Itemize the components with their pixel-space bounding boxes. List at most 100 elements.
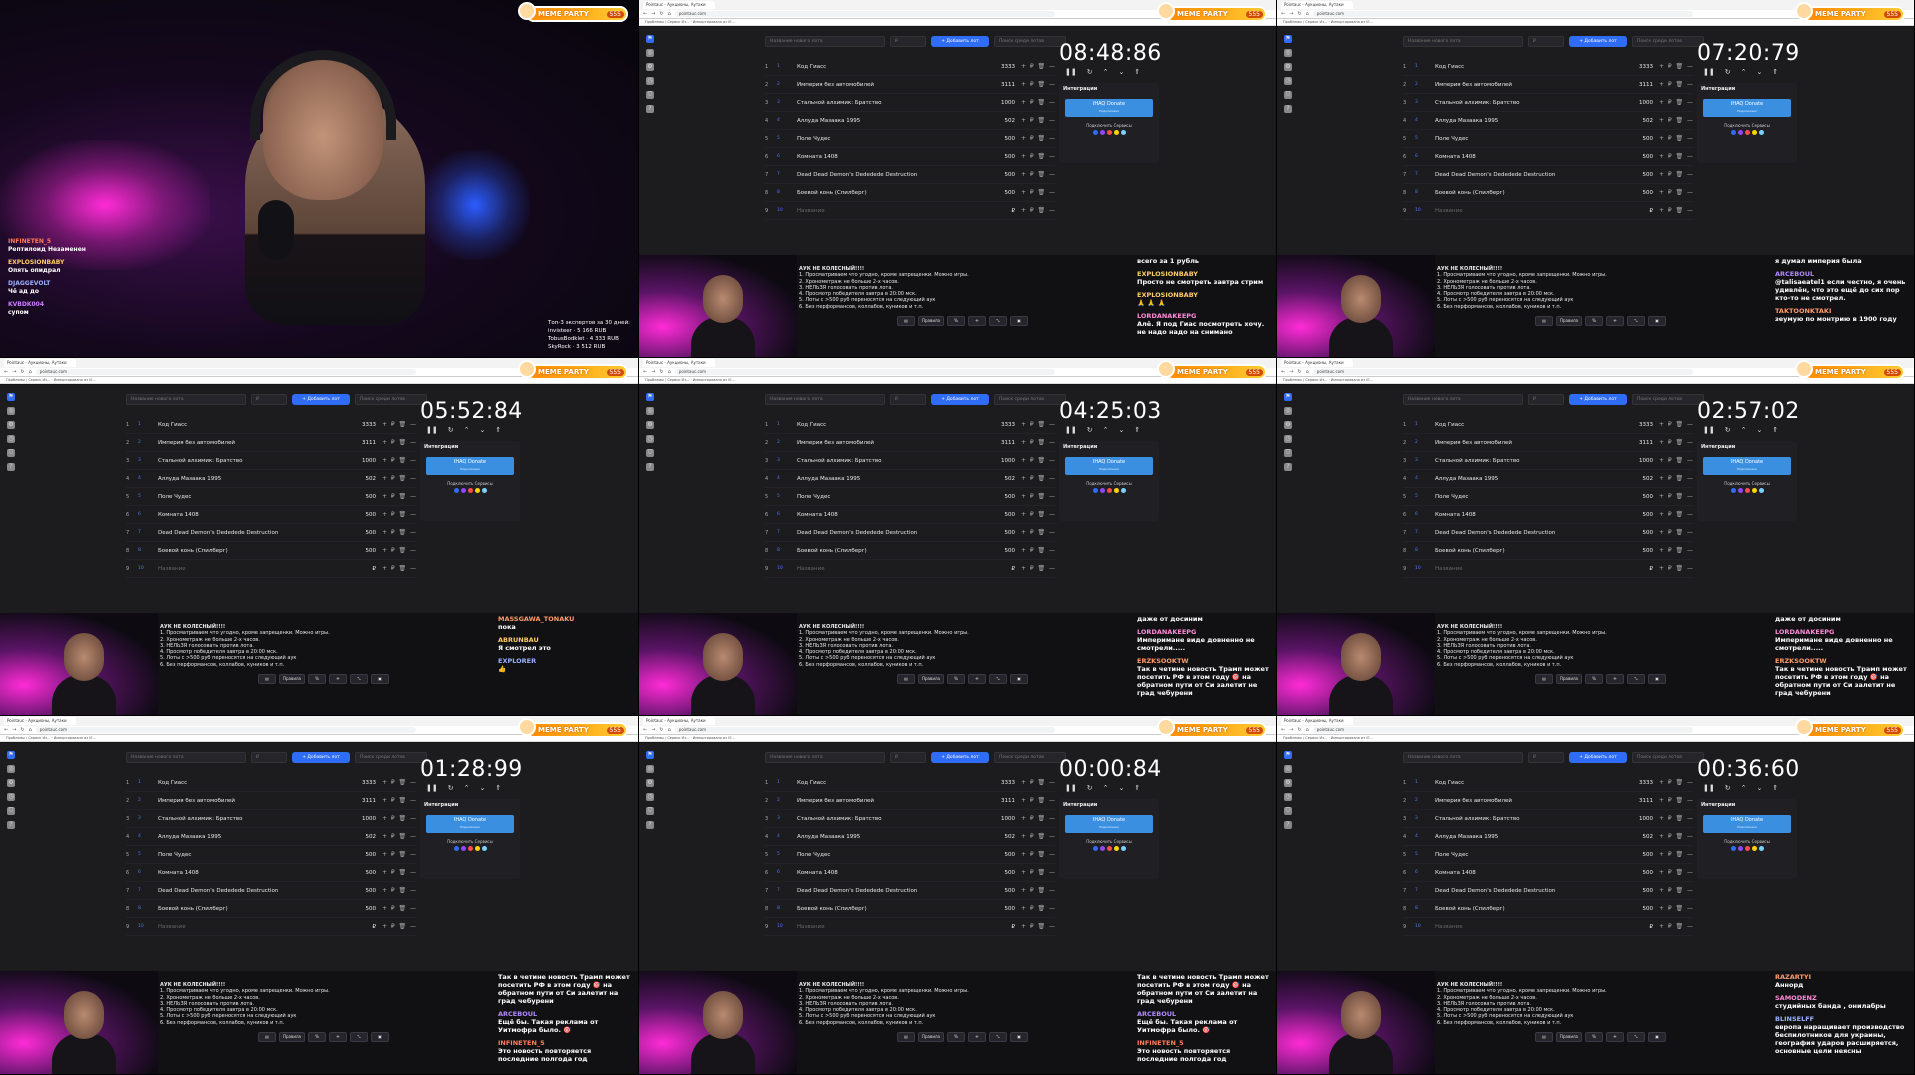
settings-icon[interactable]: ⚙ [646, 779, 654, 787]
more-icon[interactable]: — [1687, 421, 1693, 428]
service-icon[interactable] [1120, 130, 1126, 135]
lot-name[interactable]: Dead Dead Demon's Dededede Destruction [1435, 530, 1625, 536]
trash-icon[interactable]: 🗑 [1038, 171, 1046, 178]
lot-row[interactable]: 5 5 Поле Чудес 500 + ₽ 🗑 — [1403, 130, 1693, 148]
service-icon[interactable] [460, 488, 466, 493]
more-icon[interactable]: — [1049, 63, 1055, 70]
trash-icon[interactable]: 🗑 [1676, 887, 1684, 894]
toolbar-button[interactable]: ▣ [370, 1032, 389, 1042]
address-bar[interactable]: pointauc.com [35, 727, 416, 733]
trash-icon[interactable]: 🗑 [1038, 99, 1046, 106]
lot-sum[interactable]: 3333 [987, 780, 1021, 786]
lot-name[interactable]: Поле Чудес [1435, 136, 1625, 142]
lot-row[interactable]: 1 1 Код Гиасс 3333 + ₽ 🗑 — [1403, 58, 1693, 76]
lot-name[interactable]: Поле Чудес [158, 852, 348, 858]
toolbar-button[interactable]: % [946, 316, 965, 326]
forward-icon[interactable]: → [1289, 369, 1293, 375]
lot-name[interactable]: Аллуда Мазаака 1995 [158, 834, 348, 840]
currency-icon[interactable]: ₽ [1030, 511, 1034, 518]
trash-icon[interactable]: 🗑 [399, 833, 407, 840]
currency-icon[interactable]: ₽ [391, 779, 395, 786]
service-icon[interactable] [453, 488, 459, 493]
trash-icon[interactable]: 🗑 [1038, 439, 1046, 446]
new-lot-name-input[interactable]: Название нового лота [765, 35, 885, 47]
currency-icon[interactable]: ₽ [391, 833, 395, 840]
more-icon[interactable]: — [410, 475, 416, 482]
plus-icon[interactable]: + [1021, 493, 1026, 500]
auction-icon[interactable]: ⚑ [646, 35, 654, 43]
more-icon[interactable]: — [1687, 905, 1693, 912]
toolbar-button[interactable]: % [1584, 674, 1603, 684]
shield-icon[interactable]: ⛉ [646, 807, 654, 815]
trash-icon[interactable]: 🗑 [1038, 905, 1046, 912]
more-icon[interactable]: — [1049, 869, 1055, 876]
trash-icon[interactable]: 🗑 [1676, 797, 1684, 804]
lot-sum[interactable]: ₽ [1625, 924, 1659, 930]
toolbar-button[interactable]: ▤ [897, 316, 915, 326]
lot-row[interactable]: 3 3 Стальной алхимик: Братство 1000 + ₽ 🗑 — [126, 452, 416, 470]
trash-icon[interactable]: 🗑 [1676, 869, 1684, 876]
double-up-icon[interactable]: ⇑ [1772, 784, 1778, 792]
service-icon[interactable] [1099, 846, 1105, 851]
plus-icon[interactable]: + [382, 815, 387, 822]
lot-sum[interactable]: 1000 [987, 100, 1021, 106]
pause-icon[interactable]: ❚❚ [426, 426, 438, 434]
service-icon[interactable] [1113, 488, 1119, 493]
lot-row[interactable]: 6 6 Комната 1408 500 + ₽ 🗑 — [1403, 506, 1693, 524]
more-icon[interactable]: — [1049, 171, 1055, 178]
currency-icon[interactable]: ₽ [391, 511, 395, 518]
donate-integration-button[interactable]: IHAQ Donate Подключено [1703, 815, 1791, 833]
forward-icon[interactable]: → [12, 727, 16, 733]
toolbar-button[interactable]: ▣ [370, 674, 389, 684]
service-icon[interactable] [1751, 130, 1757, 135]
currency-icon[interactable]: ₽ [1668, 153, 1672, 160]
currency-icon[interactable]: ₽ [391, 851, 395, 858]
trash-icon[interactable]: 🗑 [1038, 511, 1046, 518]
donate-integration-button[interactable]: IHAQ Donate Подключено [426, 457, 514, 475]
toolbar-button[interactable]: ▣ [1009, 674, 1028, 684]
lot-row[interactable]: 4 4 Аллуда Мазаака 1995 502 + ₽ 🗑 — [765, 470, 1055, 488]
lot-name[interactable]: Империя без автомобилей [797, 440, 987, 446]
back-icon[interactable]: ← [1281, 727, 1285, 733]
reload-icon[interactable]: ↻ [1297, 727, 1301, 733]
more-icon[interactable]: — [1049, 457, 1055, 464]
more-icon[interactable]: — [1687, 439, 1693, 446]
new-lot-sum-input[interactable]: ₽ [890, 393, 926, 405]
currency-icon[interactable]: ₽ [1030, 135, 1034, 142]
currency-icon[interactable]: ₽ [391, 887, 395, 894]
new-lot-name-input[interactable]: Название нового лота [126, 751, 246, 763]
plus-icon[interactable]: + [382, 887, 387, 894]
plus-icon[interactable]: + [1659, 905, 1664, 912]
service-icon[interactable] [1744, 488, 1750, 493]
add-lot-button[interactable]: + Добавить лот [1569, 751, 1627, 763]
plus-icon[interactable]: + [1659, 439, 1664, 446]
lot-sum[interactable]: 500 [987, 154, 1021, 160]
new-lot-sum-input[interactable]: ₽ [1528, 35, 1564, 47]
settings-icon[interactable]: ⚙ [1284, 779, 1292, 787]
currency-icon[interactable]: ₽ [391, 815, 395, 822]
add-lot-button[interactable]: + Добавить лот [931, 393, 989, 405]
lot-sum[interactable]: ₽ [348, 566, 382, 572]
lot-row[interactable]: 8 8 Боевой конь (Спилберг) 500 + ₽ 🗑 — [765, 184, 1055, 202]
time-down-icon[interactable]: ⌄ [1756, 426, 1762, 434]
service-icon[interactable] [467, 846, 473, 851]
search-lots-input[interactable]: Поиск среди лотов [1632, 751, 1704, 763]
lot-sum[interactable]: 502 [1625, 118, 1659, 124]
lot-name[interactable]: Комната 1408 [1435, 154, 1625, 160]
trash-icon[interactable]: 🗑 [1676, 99, 1684, 106]
more-icon[interactable]: — [1049, 207, 1055, 214]
lot-row[interactable]: 3 3 Стальной алхимик: Братство 1000 + ₽ 🗑 — [765, 452, 1055, 470]
trash-icon[interactable]: 🗑 [1676, 457, 1684, 464]
currency-icon[interactable]: ₽ [1030, 887, 1034, 894]
plus-icon[interactable]: + [1021, 923, 1026, 930]
currency-icon[interactable]: ₽ [391, 421, 395, 428]
reset-icon[interactable]: ↻ [448, 426, 454, 434]
lot-name[interactable]: Аллуда Мазаака 1995 [1435, 834, 1625, 840]
trash-icon[interactable]: 🗑 [1038, 475, 1046, 482]
currency-icon[interactable]: ₽ [1030, 869, 1034, 876]
lot-row[interactable]: 1 1 Код Гиасс 3333 + ₽ 🗑 — [1403, 774, 1693, 792]
plus-icon[interactable]: + [1659, 171, 1664, 178]
plus-icon[interactable]: + [1659, 153, 1664, 160]
lot-row[interactable]: 8 8 Боевой конь (Спилберг) 500 + ₽ 🗑 — [765, 900, 1055, 918]
pause-icon[interactable]: ❚❚ [1065, 68, 1077, 76]
